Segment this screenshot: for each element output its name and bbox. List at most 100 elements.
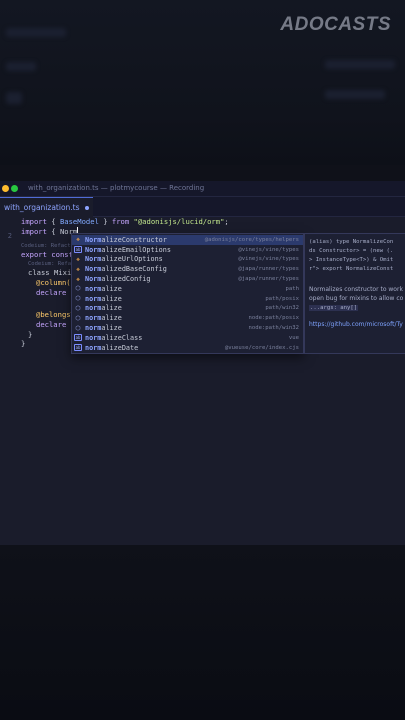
suggestion-source: path xyxy=(285,285,299,292)
tab-with-organization[interactable]: with_organization.ts xyxy=(0,197,93,217)
tab-bar: with_organization.ts xyxy=(0,197,405,217)
suggestion-item[interactable]: ⬡ normalize path xyxy=(72,284,303,294)
decorator: @belongsT xyxy=(36,310,75,319)
blurred-text xyxy=(6,28,66,37)
match-highlight: norm xyxy=(85,324,102,333)
suggestion-label: normalize xyxy=(85,295,265,303)
label-rest: alize xyxy=(101,284,122,293)
match-highlight: norm xyxy=(85,294,102,303)
function-icon: ⬡ xyxy=(75,285,81,293)
suggestion-item[interactable]: ❖ NormalizedBaseConfig @japa/runner/types xyxy=(72,264,303,274)
match-highlight: Norm xyxy=(85,245,102,254)
suggestion-item[interactable]: ❖ NormalizedConfig @japa/runner/types xyxy=(72,274,303,284)
window-title: with_organization.ts — plotmycourse — Re… xyxy=(28,184,205,192)
suggestion-label: NormalizeUrlOptions xyxy=(85,255,238,263)
match-highlight: norm xyxy=(85,333,102,342)
code-line-close: } xyxy=(28,330,32,340)
window-top-strip xyxy=(0,165,405,181)
type-alias-icon: ❖ xyxy=(76,265,80,273)
brace: } xyxy=(28,330,33,339)
suggestion-source: path/win32 xyxy=(265,305,299,312)
suggestion-item[interactable]: ⬡ normalize node:path/posix xyxy=(72,313,303,323)
declare-stmt: declare o xyxy=(36,320,75,329)
doc-inline-code: ...args: any[] xyxy=(309,304,359,312)
punct: ; xyxy=(224,217,229,226)
match-highlight: Norm xyxy=(85,255,102,264)
code-line-1: import { BaseModel } from "@adonisjs/luc… xyxy=(21,217,229,227)
doc-signature: (alias) type NormalizeCon xyxy=(309,239,394,245)
blurred-text xyxy=(6,62,36,71)
brand-logo: ADOCASTS xyxy=(280,14,391,35)
decorator: @column() xyxy=(36,278,75,287)
suggestion-docs-panel: (alias) type NormalizeCon ds Constructor… xyxy=(304,233,405,354)
label-rest: alize xyxy=(101,314,122,323)
match-highlight: Norm xyxy=(85,265,102,274)
keyword: import xyxy=(21,227,47,236)
autocomplete-popup[interactable]: ❖ NormalizeConstructor @adonisjs/core/type… xyxy=(71,233,304,354)
function-icon: ⬡ xyxy=(75,324,81,332)
suggestion-label: normalizeClass xyxy=(85,334,289,342)
match-highlight: norm xyxy=(85,343,102,352)
code-line-close: } xyxy=(21,339,25,349)
minimize-window-button[interactable] xyxy=(2,185,9,192)
label-rest: alizedConfig xyxy=(101,275,151,284)
function-icon: ⬡ xyxy=(75,314,81,322)
doc-link[interactable]: https://github.com/microsoft/Ty xyxy=(309,321,403,329)
declare-stmt: declare o xyxy=(36,288,75,297)
variable-icon: ab xyxy=(74,344,82,352)
code-line-belongs: @belongsT xyxy=(36,310,75,320)
suggestion-item[interactable]: ❖ NormalizeConstructor @adonisjs/core/type… xyxy=(72,235,303,245)
doc-signature: > InstanceType<T>) & Omit xyxy=(309,257,394,263)
suggestion-item[interactable]: ⬡ normalize path/win32 xyxy=(72,304,303,314)
variable-icon: ab xyxy=(74,246,82,254)
maximize-window-button[interactable] xyxy=(11,185,18,192)
punct: } xyxy=(98,217,112,226)
doc-text: open bug for mixins to allow co xyxy=(309,295,404,302)
match-highlight: norm xyxy=(85,314,102,323)
title-bar: with_organization.ts — plotmycourse — Re… xyxy=(0,181,405,197)
label-rest: alize xyxy=(101,304,122,313)
suggestion-label: normalize xyxy=(85,314,248,322)
string: "@adonisjs/lucid/orm" xyxy=(133,217,225,226)
line-gutter: 2 xyxy=(0,217,14,545)
punct: { xyxy=(46,217,60,226)
inline-code: ...args: any[] xyxy=(309,305,359,311)
suggestion-label: normalizeDate xyxy=(85,344,225,352)
blurred-text xyxy=(325,60,395,69)
suggestion-item[interactable]: ab normalizeDate @vueuse/core/index.cjs xyxy=(72,343,303,353)
keyword: import xyxy=(21,217,47,226)
keyword: from xyxy=(111,217,130,226)
suggestion-source: node:path/posix xyxy=(248,315,299,322)
suggestion-source: @vueuse/core/index.cjs xyxy=(224,344,299,351)
label-rest: alizeUrlOptions xyxy=(101,255,163,264)
function-icon: ⬡ xyxy=(75,304,81,312)
suggestion-source: @vinejs/vine/types xyxy=(238,246,299,253)
variable-icon: ab xyxy=(74,334,82,342)
suggestion-item[interactable]: ⬡ normalize path/posix xyxy=(72,294,303,304)
suggestion-source: @japa/runner/types xyxy=(238,276,299,283)
code-line-declare: declare o xyxy=(36,288,75,298)
label-rest: alizeClass xyxy=(101,333,143,342)
function-icon: ⬡ xyxy=(75,295,81,303)
doc-text: Normalizes constructor to work xyxy=(309,286,403,293)
suggestion-item[interactable]: ⬡ normalize node:path/win32 xyxy=(72,323,303,333)
suggestion-source: vue xyxy=(288,334,299,341)
match-highlight: Norm xyxy=(85,235,102,244)
label-rest: alize xyxy=(101,294,122,303)
suggestion-label: normalize xyxy=(85,324,248,332)
label-rest: alizeDate xyxy=(101,343,139,352)
suggestion-item[interactable]: ❖ NormalizeUrlOptions @vinejs/vine/types xyxy=(72,255,303,265)
suggestion-source: node:path/win32 xyxy=(248,325,299,332)
label-rest: alizedBaseConfig xyxy=(101,265,167,274)
label-rest: alizeEmailOptions xyxy=(101,245,171,254)
suggestion-source: @japa/runner/types xyxy=(238,266,299,273)
video-header-area: ADOCASTS xyxy=(0,0,405,165)
label-rest: alize xyxy=(101,324,122,333)
blurred-text xyxy=(325,90,385,99)
video-footer-area xyxy=(0,545,405,720)
class-decl: class Mixin xyxy=(28,268,76,277)
suggestion-source: path/posix xyxy=(265,295,299,302)
suggestion-item[interactable]: ab normalizeClass vue xyxy=(72,333,303,343)
suggestion-label: NormalizeEmailOptions xyxy=(85,246,238,254)
suggestion-item[interactable]: ab NormalizeEmailOptions @vinejs/vine/type… xyxy=(72,245,303,255)
